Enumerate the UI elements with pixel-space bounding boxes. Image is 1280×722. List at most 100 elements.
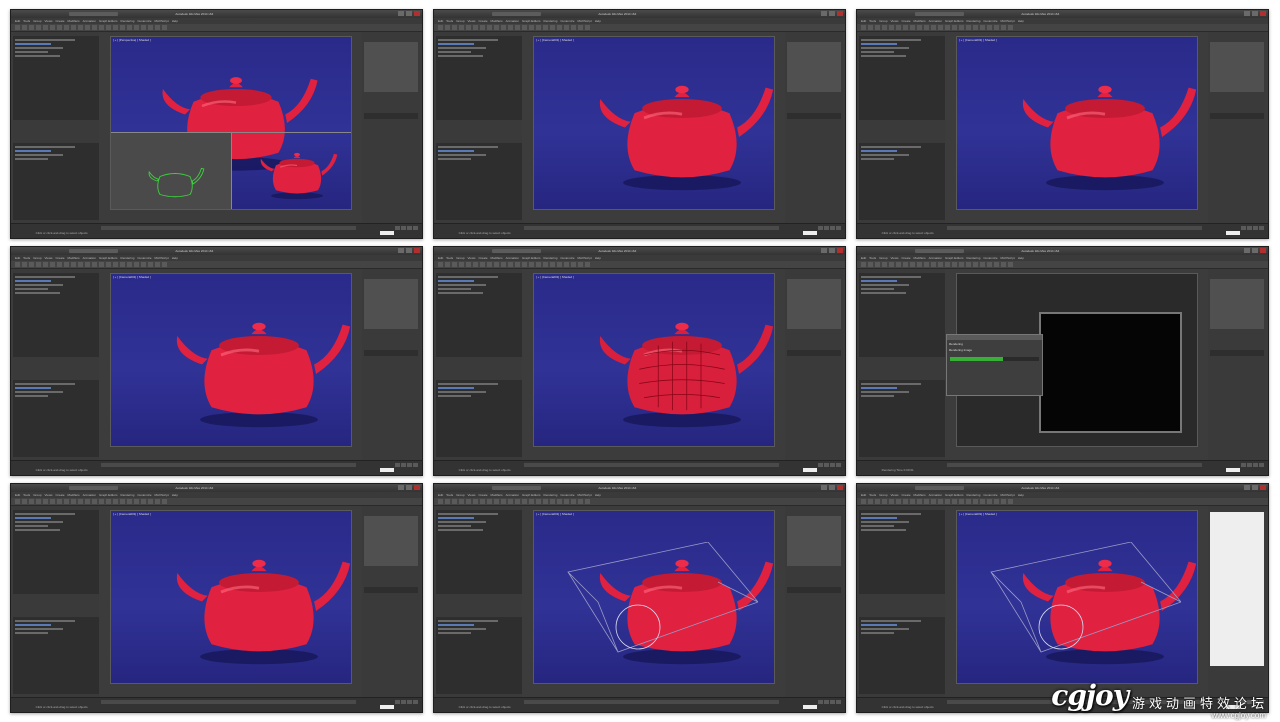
key-mode-field[interactable] <box>380 231 394 235</box>
toolbar-icon[interactable] <box>980 25 985 30</box>
viewport-label[interactable]: [ + ] [Camera001] [ Shaded ] <box>536 512 574 516</box>
zoom-icon[interactable] <box>830 226 835 230</box>
toolbar-icon[interactable] <box>78 262 83 267</box>
toolbar-icon[interactable] <box>980 262 985 267</box>
toolbar-icon[interactable] <box>571 499 576 504</box>
toolbar-icon[interactable] <box>466 262 471 267</box>
toolbar-icon[interactable] <box>994 262 999 267</box>
time-slider[interactable] <box>101 700 357 704</box>
zoom-icon[interactable] <box>830 700 835 704</box>
close-icon[interactable] <box>837 248 843 253</box>
play-icon[interactable] <box>395 226 400 230</box>
toolbar-icon[interactable] <box>57 499 62 504</box>
viewport-label[interactable]: [ + ] [Camera001] [ Shaded ] <box>536 38 574 42</box>
toolbar-icon[interactable] <box>903 262 908 267</box>
toolbar-icon[interactable] <box>522 262 527 267</box>
maximize-icon[interactable] <box>1252 248 1258 253</box>
toolbar-icon[interactable] <box>480 499 485 504</box>
toolbar-icon[interactable] <box>508 499 513 504</box>
toolbar-icon[interactable] <box>973 25 978 30</box>
play-icon[interactable] <box>395 700 400 704</box>
toolbar-icon[interactable] <box>585 25 590 30</box>
pan-icon[interactable] <box>413 463 418 467</box>
toolbar-icon[interactable] <box>1008 25 1013 30</box>
close-icon[interactable] <box>837 485 843 490</box>
minimize-icon[interactable] <box>821 485 827 490</box>
parameters-rollout[interactable] <box>787 349 841 356</box>
toolbar-icon[interactable] <box>22 25 27 30</box>
toolbar-icon[interactable] <box>868 25 873 30</box>
toolbar-icon[interactable] <box>973 262 978 267</box>
toolbar-icon[interactable] <box>162 25 167 30</box>
toolbar-icon[interactable] <box>120 499 125 504</box>
viewport-label[interactable]: [ + ] [Camera001] [ Shaded ] <box>959 38 997 42</box>
toolbar-icon[interactable] <box>155 25 160 30</box>
toolbar-icon[interactable] <box>85 25 90 30</box>
toolbar-icon[interactable] <box>106 262 111 267</box>
toolbar-icon[interactable] <box>459 262 464 267</box>
toolbar-icon[interactable] <box>1001 262 1006 267</box>
toolbar-icon[interactable] <box>924 25 929 30</box>
pan-icon[interactable] <box>836 700 841 704</box>
minimize-icon[interactable] <box>398 485 404 490</box>
minimize-icon[interactable] <box>1244 248 1250 253</box>
workspace-dropdown[interactable] <box>914 249 964 253</box>
play-icon[interactable] <box>818 463 823 467</box>
toolbar-icon[interactable] <box>508 25 513 30</box>
toolbar-icon[interactable] <box>99 25 104 30</box>
toolbar-icon[interactable] <box>148 25 153 30</box>
toolbar-icon[interactable] <box>903 499 908 504</box>
toolbar-icon[interactable] <box>1008 262 1013 267</box>
close-icon[interactable] <box>1260 11 1266 16</box>
play-icon[interactable] <box>1241 226 1246 230</box>
time-slider[interactable] <box>101 463 357 467</box>
toolbar-icon[interactable] <box>120 262 125 267</box>
scene-object-list[interactable] <box>859 273 946 358</box>
stop-icon[interactable] <box>401 226 406 230</box>
time-slider[interactable] <box>947 463 1203 467</box>
toolbar-icon[interactable] <box>64 262 69 267</box>
maximize-icon[interactable] <box>829 485 835 490</box>
toolbar-icon[interactable] <box>445 262 450 267</box>
maximize-icon[interactable] <box>406 248 412 253</box>
modifier-list[interactable] <box>787 279 841 329</box>
toolbar-icon[interactable] <box>43 262 48 267</box>
toolbar-icon[interactable] <box>564 262 569 267</box>
toolbar-icon[interactable] <box>571 25 576 30</box>
toolbar-icon[interactable] <box>889 25 894 30</box>
toolbar-icon[interactable] <box>99 499 104 504</box>
modifier-list[interactable] <box>787 516 841 566</box>
toolbar-icon[interactable] <box>50 499 55 504</box>
toolbar-icon[interactable] <box>522 499 527 504</box>
toolbar-icon[interactable] <box>543 25 548 30</box>
toolbar-icon[interactable] <box>113 25 118 30</box>
viewport-label[interactable]: [ + ] [Camera001] [ Shaded ] <box>113 512 151 516</box>
toolbar-icon[interactable] <box>452 262 457 267</box>
toolbar-icon[interactable] <box>882 25 887 30</box>
toolbar-icon[interactable] <box>473 499 478 504</box>
time-slider[interactable] <box>524 700 780 704</box>
toolbar-icon[interactable] <box>480 262 485 267</box>
toolbar-icon[interactable] <box>952 25 957 30</box>
toolbar-icon[interactable] <box>564 499 569 504</box>
maximize-icon[interactable] <box>406 11 412 16</box>
toolbar-icon[interactable] <box>875 499 880 504</box>
zoom-icon[interactable] <box>830 463 835 467</box>
toolbar-icon[interactable] <box>882 262 887 267</box>
scene-object-list[interactable] <box>436 36 523 121</box>
toolbar-icon[interactable] <box>882 499 887 504</box>
stop-icon[interactable] <box>1247 226 1252 230</box>
toolbar-icon[interactable] <box>85 499 90 504</box>
toolbar-icon[interactable] <box>64 499 69 504</box>
workspace-dropdown[interactable] <box>914 486 964 490</box>
toolbar-icon[interactable] <box>515 499 520 504</box>
viewport[interactable]: [ + ] [Camera001] [ Shaded ] <box>533 510 775 684</box>
scene-object-list[interactable] <box>436 510 523 595</box>
workspace-dropdown[interactable] <box>491 249 541 253</box>
toolbar-icon[interactable] <box>550 262 555 267</box>
toolbar-icon[interactable] <box>896 499 901 504</box>
parameters-rollout[interactable] <box>364 349 418 356</box>
toolbar-icon[interactable] <box>501 25 506 30</box>
toolbar-icon[interactable] <box>78 499 83 504</box>
toolbar-icon[interactable] <box>564 25 569 30</box>
